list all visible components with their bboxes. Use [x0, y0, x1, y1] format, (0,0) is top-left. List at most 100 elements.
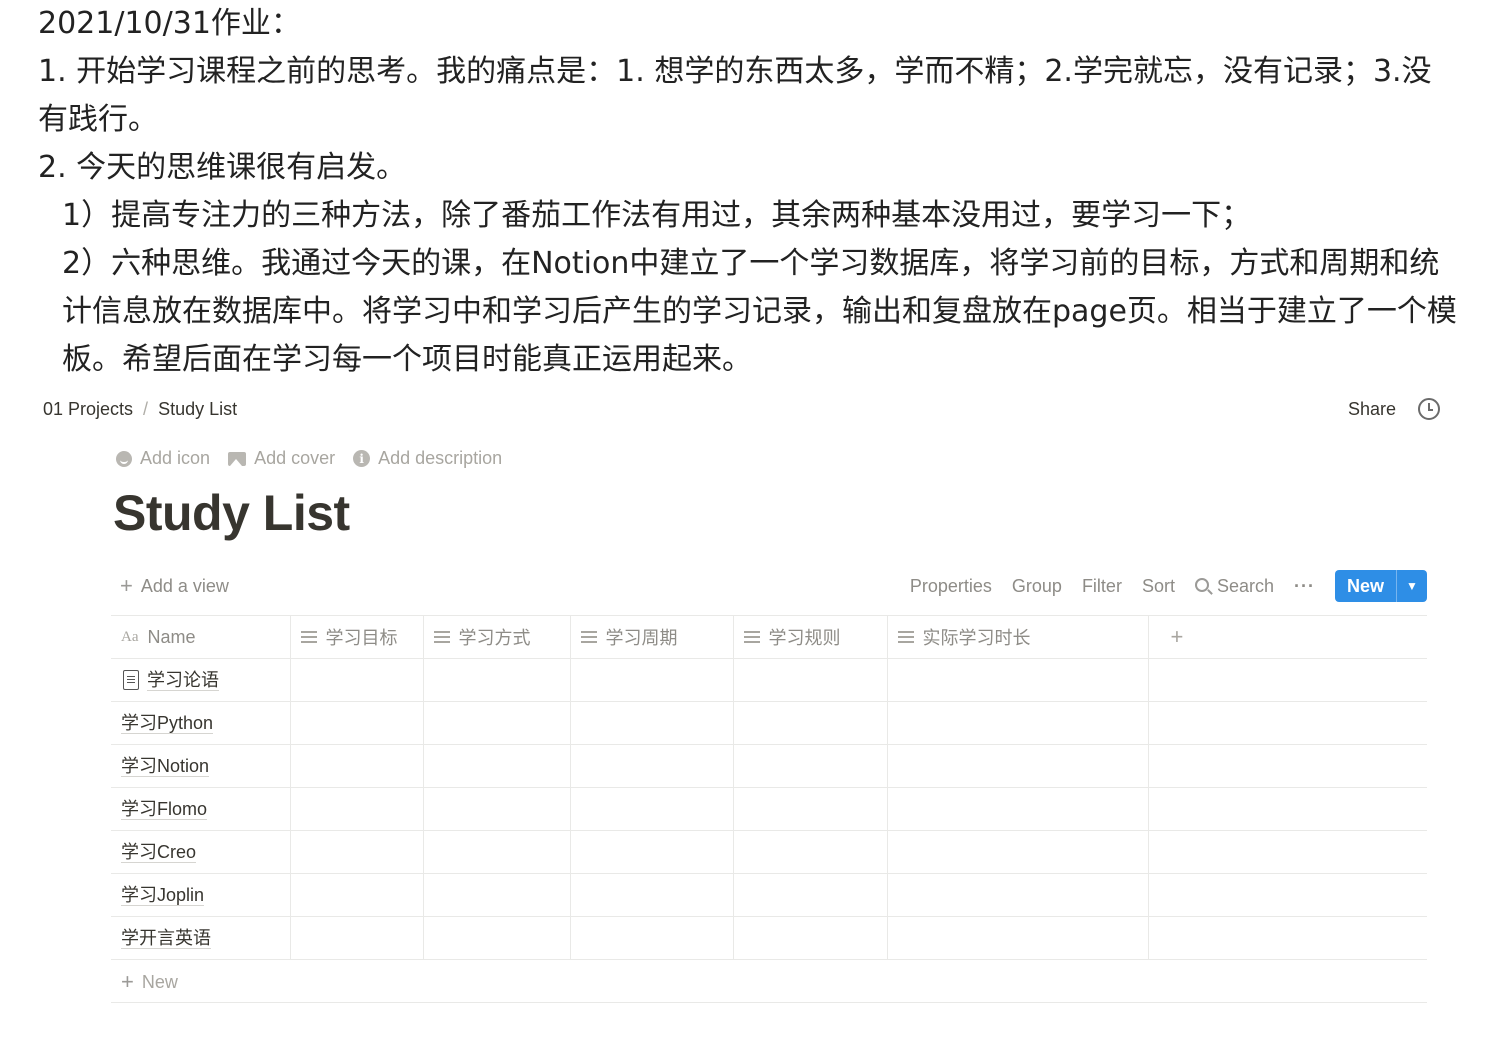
table-cell[interactable]: [570, 787, 734, 831]
table-cell[interactable]: [423, 830, 571, 874]
table-cell[interactable]: [1148, 830, 1427, 874]
table-cell[interactable]: [290, 744, 424, 788]
note-title: 2021/10/31作业：: [38, 6, 301, 41]
table-row[interactable]: 学习Joplin: [111, 873, 1427, 917]
database-table: Aa Name 学习目标 学习方式 学习周期 学习规则 实际学习时长 + 学习论语…: [111, 615, 1427, 960]
table-cell[interactable]: [887, 701, 1149, 745]
add-icon-label: Add icon: [140, 448, 211, 468]
table-cell[interactable]: [887, 916, 1149, 960]
new-button[interactable]: New: [1335, 570, 1396, 602]
table-row[interactable]: 学习Notion: [111, 744, 1427, 788]
add-cover-button[interactable]: Add cover: [228, 448, 335, 469]
row-name-label: 学习Python: [121, 712, 214, 734]
table-row[interactable]: 学习Python: [111, 701, 1427, 745]
table-cell[interactable]: [1148, 787, 1427, 831]
plus-icon: +: [1170, 624, 1184, 649]
table-cell[interactable]: [733, 658, 888, 702]
table-cell[interactable]: [570, 658, 734, 702]
table-cell[interactable]: [423, 744, 571, 788]
notion-topbar: 01 Projects / Study List Share: [43, 392, 1440, 426]
column-header-actual-time[interactable]: 实际学习时长: [887, 615, 1149, 659]
add-property-button[interactable]: +: [1148, 615, 1427, 659]
plus-icon: +: [120, 573, 133, 598]
table-cell[interactable]: [570, 873, 734, 917]
table-row[interactable]: 学习论语: [111, 658, 1427, 702]
table-cell[interactable]: [290, 916, 424, 960]
filter-button[interactable]: Filter: [1082, 576, 1122, 597]
row-name-cell[interactable]: 学习Creo: [111, 830, 291, 874]
table-cell[interactable]: [733, 701, 888, 745]
new-row-label: New: [141, 971, 178, 992]
table-cell[interactable]: [290, 830, 424, 874]
row-name-cell[interactable]: 学习Flomo: [111, 787, 291, 831]
row-name-label: 学习Notion: [121, 755, 210, 777]
table-cell[interactable]: [733, 916, 888, 960]
table-cell[interactable]: [887, 830, 1149, 874]
table-cell[interactable]: [887, 658, 1149, 702]
table-cell[interactable]: [570, 744, 734, 788]
table-cell[interactable]: [290, 701, 424, 745]
group-button[interactable]: Group: [1012, 576, 1062, 597]
table-cell[interactable]: [570, 830, 734, 874]
table-cell[interactable]: [423, 701, 571, 745]
table-cell[interactable]: [423, 873, 571, 917]
table-cell[interactable]: [887, 873, 1149, 917]
text-property-icon: [897, 631, 914, 643]
breadcrumb-item-study-list[interactable]: Study List: [158, 399, 237, 420]
share-button[interactable]: Share: [1348, 399, 1396, 420]
table-header-row: Aa Name 学习目标 学习方式 学习周期 学习规则 实际学习时长 +: [111, 615, 1427, 659]
breadcrumb-item-projects[interactable]: 01 Projects: [43, 399, 133, 420]
table-cell[interactable]: [887, 787, 1149, 831]
table-cell[interactable]: [570, 701, 734, 745]
history-clock-icon[interactable]: [1418, 398, 1440, 420]
table-cell[interactable]: [423, 787, 571, 831]
note-text: 2021/10/31作业： 1. 开始学习课程之前的思考。我的痛点是：1. 想学…: [38, 0, 1458, 384]
table-cell[interactable]: [290, 873, 424, 917]
table-cell[interactable]: [570, 916, 734, 960]
add-new-row-button[interactable]: + New: [111, 962, 1427, 1003]
smiley-icon: [116, 450, 132, 467]
more-options-icon[interactable]: ···: [1294, 576, 1315, 597]
row-name-cell[interactable]: 学习Python: [111, 701, 291, 745]
add-description-label: Add description: [378, 448, 503, 468]
row-name-cell[interactable]: 学开言英语: [111, 916, 291, 960]
column-header-goal[interactable]: 学习目标: [290, 615, 424, 659]
table-cell[interactable]: [1148, 658, 1427, 702]
table-cell[interactable]: [733, 873, 888, 917]
table-cell[interactable]: [423, 916, 571, 960]
row-name-cell[interactable]: 学习Joplin: [111, 873, 291, 917]
table-cell[interactable]: [290, 787, 424, 831]
table-cell[interactable]: [733, 830, 888, 874]
breadcrumb-separator: /: [143, 398, 149, 419]
table-cell[interactable]: [1148, 744, 1427, 788]
table-cell[interactable]: [290, 658, 424, 702]
table-row[interactable]: 学习Flomo: [111, 787, 1427, 831]
column-header-method[interactable]: 学习方式: [423, 615, 571, 659]
add-view-button[interactable]: + Add a view: [120, 575, 229, 597]
column-header-name[interactable]: Aa Name: [111, 615, 291, 659]
column-label: 学习目标: [325, 628, 398, 648]
table-row[interactable]: 学习Creo: [111, 830, 1427, 874]
column-header-rules[interactable]: 学习规则: [733, 615, 888, 659]
properties-button[interactable]: Properties: [910, 576, 992, 597]
table-cell[interactable]: [1148, 873, 1427, 917]
column-header-period[interactable]: 学习周期: [570, 615, 734, 659]
table-cell[interactable]: [887, 744, 1149, 788]
table-cell[interactable]: [1148, 916, 1427, 960]
add-icon-button[interactable]: Add icon: [116, 448, 210, 469]
add-cover-label: Add cover: [254, 448, 336, 468]
new-button-group: New ▼: [1334, 570, 1427, 602]
page-title[interactable]: Study List: [113, 484, 350, 542]
row-name-cell[interactable]: 学习Notion: [111, 744, 291, 788]
search-button[interactable]: Search: [1194, 576, 1274, 597]
table-cell[interactable]: [733, 787, 888, 831]
table-cell[interactable]: [1148, 701, 1427, 745]
table-row[interactable]: 学开言英语: [111, 916, 1427, 960]
row-name-cell[interactable]: 学习论语: [111, 658, 291, 702]
sort-button[interactable]: Sort: [1142, 576, 1175, 597]
text-property-icon: [580, 631, 597, 643]
table-cell[interactable]: [423, 658, 571, 702]
chevron-down-icon[interactable]: ▼: [1396, 570, 1427, 602]
table-cell[interactable]: [733, 744, 888, 788]
add-description-button[interactable]: i Add description: [353, 448, 502, 469]
